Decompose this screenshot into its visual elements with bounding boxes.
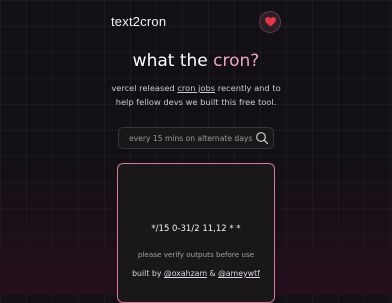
credits-separator: & <box>207 269 219 278</box>
page-title: what the cron? <box>0 51 392 71</box>
subtitle: vercel released cron jobs recently and t… <box>0 81 392 109</box>
verify-note: please verify outputs before use <box>137 250 255 259</box>
search-icon[interactable] <box>255 131 269 145</box>
title-prefix: what the <box>132 51 214 71</box>
heart-button[interactable] <box>259 11 281 33</box>
result-card: */15 0-31/2 11,12 * * please verify outp… <box>117 163 275 303</box>
credits: built by @oxahzam & @ameywtf <box>118 269 274 278</box>
subtitle-text-before: vercel released <box>111 83 178 93</box>
cron-jobs-link[interactable]: cron jobs <box>177 83 215 93</box>
brand-logo[interactable]: text2cron <box>111 14 166 29</box>
cron-output[interactable]: */15 0-31/2 11,12 * * <box>118 224 274 234</box>
search-input[interactable] <box>119 128 253 148</box>
author-link-oxahzam[interactable]: @oxahzam <box>164 269 207 278</box>
title-accent: cron? <box>213 51 260 71</box>
heart-icon <box>264 17 276 27</box>
subtitle-line-2: help fellow devs we built this free tool… <box>115 97 277 107</box>
subtitle-line-1: vercel released cron jobs recently and t… <box>0 81 392 95</box>
search-box[interactable] <box>118 127 274 149</box>
credits-prefix: built by <box>132 269 164 278</box>
subtitle-text-after: recently and to <box>215 83 281 93</box>
author-link-ameywtf[interactable]: @ameywtf <box>218 269 260 278</box>
